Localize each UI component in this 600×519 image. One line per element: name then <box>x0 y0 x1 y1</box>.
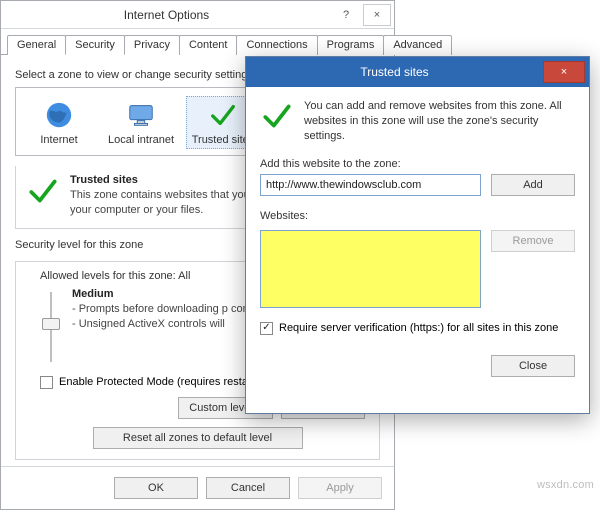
reset-all-zones-button[interactable]: Reset all zones to default level <box>93 427 303 449</box>
ts-body: You can add and remove websites from thi… <box>246 87 589 387</box>
trusted-sites-dialog: Trusted sites × You can add and remove w… <box>245 56 590 414</box>
io-tabs: General Security Privacy Content Connect… <box>1 33 394 55</box>
io-title-bar: Internet Options ? × <box>1 1 394 29</box>
protected-mode-label: Enable Protected Mode (requires restar <box>59 376 252 388</box>
websites-listbox[interactable] <box>260 230 481 308</box>
slider-thumb[interactable] <box>42 318 60 330</box>
zone-label: Internet <box>23 134 95 146</box>
zone-internet[interactable]: Internet <box>22 96 96 149</box>
tab-general[interactable]: General <box>7 35 66 55</box>
tab-security[interactable]: Security <box>65 35 125 55</box>
io-title: Internet Options <box>1 8 332 22</box>
checkmark-icon <box>207 99 239 131</box>
tab-advanced[interactable]: Advanced <box>383 35 452 55</box>
checkmark-icon <box>26 174 60 208</box>
require-https-checkbox[interactable] <box>260 322 273 335</box>
apply-button[interactable]: Apply <box>298 477 382 499</box>
ts-close-button[interactable]: × <box>543 61 585 83</box>
ok-button[interactable]: OK <box>114 477 198 499</box>
tab-connections[interactable]: Connections <box>236 35 317 55</box>
ts-intro: You can add and remove websites from thi… <box>304 99 575 144</box>
add-website-label: Add this website to the zone: <box>260 158 575 170</box>
require-https-label: Require server verification (https:) for… <box>279 322 558 334</box>
security-level-slider[interactable] <box>40 288 62 366</box>
ts-title: Trusted sites <box>246 65 543 79</box>
watermark: wsxdn.com <box>537 479 594 491</box>
ts-title-bar: Trusted sites × <box>246 57 589 87</box>
globe-icon <box>43 99 75 131</box>
io-close-button[interactable]: × <box>363 4 391 26</box>
checkmark-icon <box>260 99 294 133</box>
close-button[interactable]: Close <box>491 355 575 377</box>
io-footer: OK Cancel Apply <box>1 466 394 509</box>
zone-local-intranet[interactable]: Local intranet <box>104 96 178 149</box>
tab-privacy[interactable]: Privacy <box>124 35 180 55</box>
tab-content[interactable]: Content <box>179 35 238 55</box>
remove-button[interactable]: Remove <box>491 230 575 252</box>
protected-mode-checkbox[interactable] <box>40 376 53 389</box>
monitor-icon <box>125 99 157 131</box>
websites-label: Websites: <box>260 210 575 222</box>
website-url-input[interactable] <box>260 174 481 196</box>
add-button[interactable]: Add <box>491 174 575 196</box>
tab-programs[interactable]: Programs <box>317 35 385 55</box>
help-button[interactable]: ? <box>332 4 360 26</box>
cancel-button[interactable]: Cancel <box>206 477 290 499</box>
zone-label: Local intranet <box>105 134 177 146</box>
